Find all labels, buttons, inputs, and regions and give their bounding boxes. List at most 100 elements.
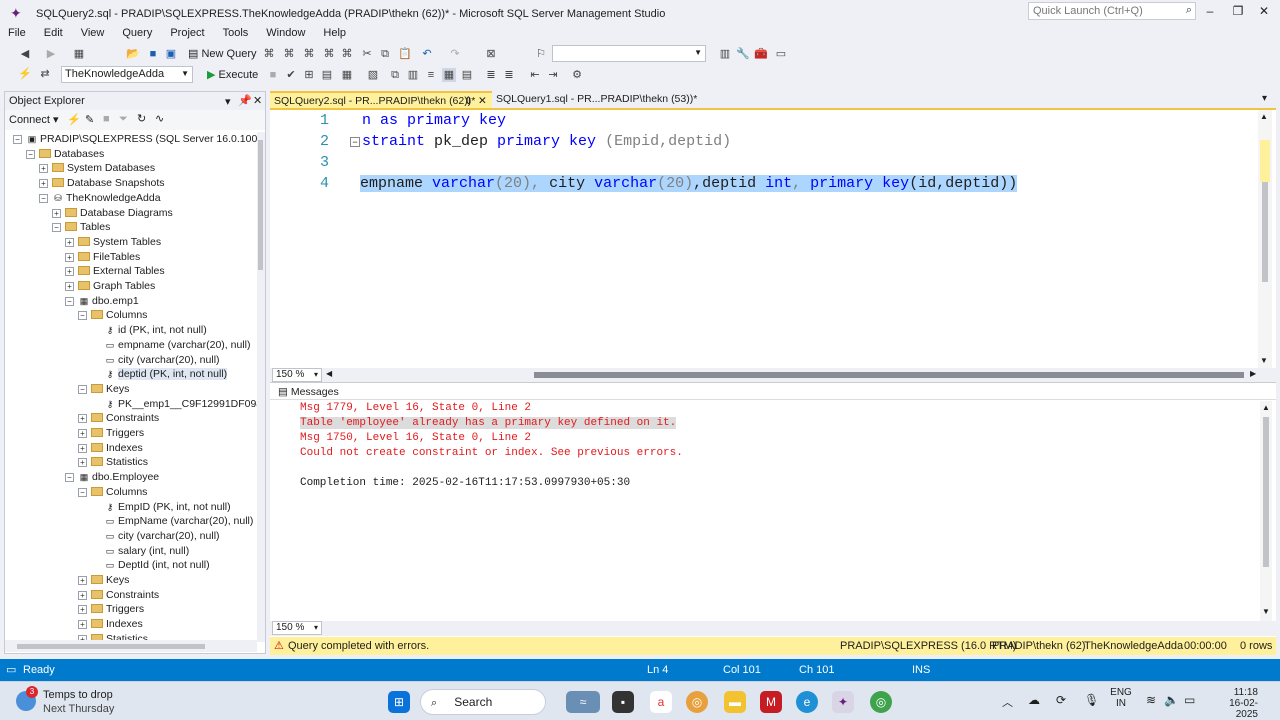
collapse-icon[interactable]: −: [65, 473, 74, 483]
layout-icon[interactable]: ▭: [774, 47, 788, 61]
expand-icon[interactable]: +: [65, 237, 74, 247]
uncomment-icon[interactable]: ≣: [502, 68, 516, 82]
filter-icon[interactable]: ⏷: [119, 113, 128, 126]
expand-icon[interactable]: +: [39, 164, 48, 174]
scroll-thumb[interactable]: [1263, 417, 1269, 567]
editor-vertical-scrollbar[interactable]: ▲ ▼: [1258, 110, 1272, 368]
collapse-icon[interactable]: −: [65, 296, 74, 306]
menu-item-tools[interactable]: Tools: [223, 27, 249, 39]
weather-widget[interactable]: 3 Temps to drop Next Thursday: [16, 686, 116, 716]
back-icon[interactable]: ◀: [18, 47, 32, 61]
toolbox-icon[interactable]: 🧰: [754, 47, 768, 61]
quick-launch-input[interactable]: Quick Launch (Ctrl+Q) ⌕: [1028, 2, 1196, 20]
results-grid-icon[interactable]: ▦: [442, 68, 456, 82]
estimated-plan-icon[interactable]: ⊞: [302, 68, 316, 82]
activity-monitor-icon[interactable]: ∿: [155, 112, 164, 125]
expand-icon[interactable]: +: [39, 179, 48, 189]
close-tab-icon[interactable]: ✕: [478, 95, 487, 107]
collapse-icon[interactable]: −: [13, 135, 22, 144]
expand-icon[interactable]: +: [78, 458, 87, 468]
results-file-icon[interactable]: ▤: [460, 68, 474, 82]
file-explorer-icon[interactable]: ▬: [724, 691, 746, 713]
stop-icon[interactable]: ■: [266, 68, 280, 82]
expand-icon[interactable]: +: [65, 267, 74, 277]
expand-icon[interactable]: +: [78, 576, 87, 585]
cloud-icon[interactable]: ☁: [1028, 693, 1040, 707]
close-icon[interactable]: ✕: [253, 94, 262, 107]
maximize-button[interactable]: ❐: [1228, 4, 1248, 20]
edge-icon[interactable]: e: [796, 691, 818, 713]
editor-zoom-dropdown[interactable]: 150 % ▾: [272, 368, 322, 382]
menu-item-query[interactable]: Query: [122, 27, 152, 39]
xmla-query-icon[interactable]: ⌘: [302, 47, 316, 61]
collapse-icon[interactable]: −: [78, 311, 87, 321]
tree-scroll-thumb[interactable]: [258, 140, 263, 270]
expand-icon[interactable]: +: [78, 590, 87, 600]
collapse-icon[interactable]: −: [39, 193, 48, 203]
clock[interactable]: 11:18 16-02-2025: [1208, 687, 1258, 720]
query-options-icon[interactable]: ▤: [320, 68, 334, 82]
tree-hscroll-thumb[interactable]: [17, 644, 205, 649]
expand-icon[interactable]: +: [65, 282, 74, 291]
collapse-icon[interactable]: −: [78, 487, 87, 497]
dmx-query-icon[interactable]: ⌘: [282, 47, 296, 61]
redo-icon[interactable]: ↷: [448, 47, 462, 61]
app-a-icon[interactable]: a: [650, 691, 672, 713]
scroll-down-icon[interactable]: ▼: [1262, 607, 1270, 616]
connect-icon[interactable]: ⚡: [18, 67, 32, 81]
taskbar-search-box[interactable]: ⌕ Search: [420, 689, 546, 715]
speaker-icon[interactable]: 🔈: [1164, 693, 1179, 707]
expand-icon[interactable]: +: [78, 443, 87, 453]
open-file-icon[interactable]: 📂: [126, 47, 140, 61]
connect-plug-icon[interactable]: ⚡: [67, 113, 81, 126]
menu-item-edit[interactable]: Edit: [44, 27, 63, 39]
sync-icon[interactable]: ⟳: [1056, 693, 1066, 707]
expand-icon[interactable]: +: [52, 208, 61, 218]
dropdown-icon[interactable]: ▾: [225, 95, 231, 108]
paste-icon[interactable]: 📋: [398, 47, 412, 61]
collapse-icon[interactable]: −: [26, 149, 35, 159]
new-project-icon[interactable]: ▦: [72, 47, 86, 61]
tab-sqlquery2[interactable]: SQLQuery2.sql - PR...PRADIP\thekn (62))*…: [270, 91, 492, 108]
expand-icon[interactable]: +: [65, 252, 74, 262]
client-stats-icon[interactable]: ▥: [406, 68, 420, 82]
chrome-profile-icon[interactable]: ◎: [870, 691, 892, 713]
query-designer-icon[interactable]: ▧: [366, 68, 380, 82]
menu-item-view[interactable]: View: [81, 27, 105, 39]
whale-widget-icon[interactable]: ≈: [566, 691, 600, 713]
scroll-down-icon[interactable]: ▼: [1260, 356, 1268, 365]
pin-icon[interactable]: 📌: [238, 94, 252, 107]
refresh-icon[interactable]: ↻: [137, 112, 146, 125]
results-zoom-dropdown[interactable]: 150 % ▾: [272, 621, 322, 635]
decrease-indent-icon[interactable]: ⇤: [528, 68, 542, 82]
expand-icon[interactable]: +: [78, 620, 87, 630]
terminal-app-icon[interactable]: ▪: [612, 691, 634, 713]
expand-icon[interactable]: +: [78, 429, 87, 438]
save-icon[interactable]: ■: [146, 47, 160, 61]
connect-dropdown[interactable]: Connect ▾: [9, 114, 59, 126]
undo-icon[interactable]: ↶: [420, 47, 434, 61]
properties-icon[interactable]: 🔧: [736, 47, 750, 61]
wifi-icon[interactable]: ≋: [1146, 693, 1156, 707]
cut-icon[interactable]: ✂: [360, 47, 374, 61]
pin-icon[interactable]: ⇕: [464, 95, 473, 107]
dax-query-icon[interactable]: ⌘: [322, 47, 336, 61]
windows-start-icon[interactable]: ⊞: [388, 691, 410, 713]
minimize-button[interactable]: –: [1200, 4, 1220, 20]
database-dropdown[interactable]: TheKnowledgeAdda ▼: [61, 66, 193, 83]
new-query-button[interactable]: ▤ New Query: [188, 47, 257, 60]
analysis-query-icon[interactable]: ⌘: [340, 47, 354, 61]
mcafee-icon[interactable]: M: [760, 691, 782, 713]
scroll-left-icon[interactable]: ◀: [326, 369, 332, 378]
query-editor[interactable]: 1 2 3 4 − n as primary key straint pk_de…: [270, 108, 1276, 368]
menu-item-project[interactable]: Project: [170, 27, 204, 39]
tray-chevron-icon[interactable]: ︿: [1002, 694, 1013, 710]
tab-messages[interactable]: ▤ Messages: [278, 386, 339, 398]
collapse-icon[interactable]: −: [52, 223, 61, 233]
mdx-query-icon[interactable]: ⌘: [262, 47, 276, 61]
collapse-icon[interactable]: −: [350, 137, 360, 147]
change-connection-icon[interactable]: ⇄: [38, 67, 52, 81]
solution-config-dropdown[interactable]: ▼: [552, 45, 706, 62]
comment-icon[interactable]: ≣: [484, 68, 498, 82]
menu-item-window[interactable]: Window: [266, 27, 305, 39]
